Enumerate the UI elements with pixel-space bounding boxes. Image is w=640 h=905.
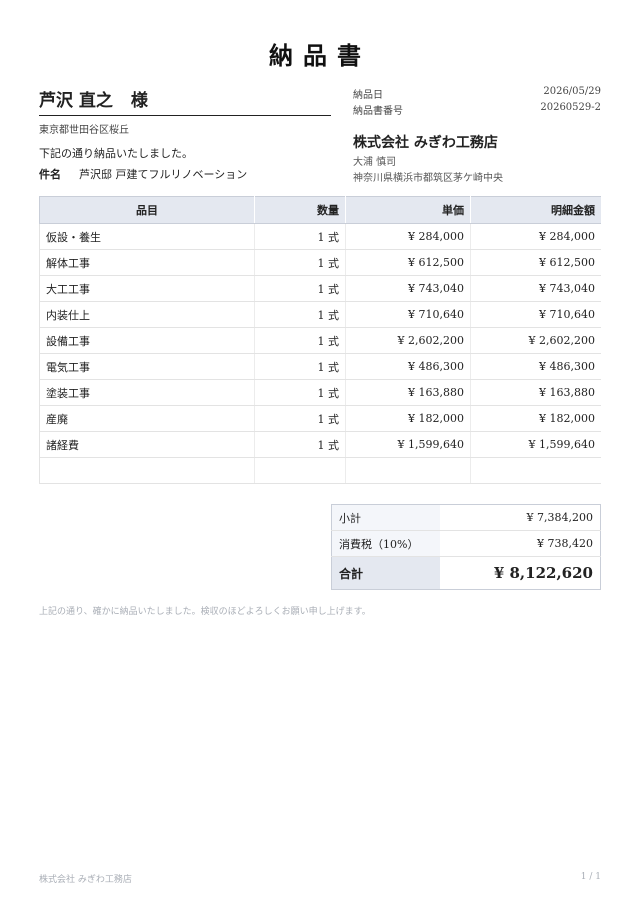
grand-total-row: 合計 ¥ 8,122,620 (331, 556, 601, 590)
item-amount: ¥ 710,640 (470, 301, 601, 328)
item-amount: ¥ 2,602,200 (470, 327, 601, 354)
delivery-date-label: 納品日 (353, 90, 383, 101)
item-amount: ¥ 284,000 (470, 223, 601, 250)
tax-row: 消費税（10%） ¥ 738,420 (331, 530, 601, 557)
item-name: 解体工事 (39, 249, 255, 276)
item-quantity: 1 式 (254, 301, 346, 328)
table-row: 仮設・養生 1 式 ¥ 284,000 ¥ 284,000 (39, 223, 601, 250)
table-row-empty (39, 457, 601, 484)
footer-company: 株式会社 みぎわ工務店 (39, 875, 132, 885)
document-number: 20260529-2 (540, 102, 601, 113)
item-name: 仮設・養生 (39, 223, 255, 250)
item-amount: ¥ 182,000 (470, 405, 601, 432)
header-quantity: 数量 (254, 196, 346, 224)
delivery-date-row: 納品日 2026/05/29 (353, 86, 601, 102)
item-unit-price: ¥ 182,000 (345, 405, 471, 432)
document-title: 納品書 (269, 41, 371, 70)
table-header-row: 品目 数量 単価 明細金額 (39, 196, 601, 224)
delivery-date: 2026/05/29 (543, 86, 601, 97)
item-name (39, 457, 255, 484)
recipient-name: 芦沢 直之 (39, 91, 113, 111)
item-unit-price: ¥ 163,880 (345, 379, 471, 406)
issuer-address: 神奈川県横浜市都筑区茅ケ崎中央 (353, 173, 503, 184)
item-name: 諸経費 (39, 431, 255, 458)
table-row: 内装仕上 1 式 ¥ 710,640 ¥ 710,640 (39, 301, 601, 328)
header-amount: 明細金額 (470, 196, 601, 224)
subject-line: 件名 芦沢邸 戸建てフルリノベーション (39, 166, 247, 182)
item-quantity: 1 式 (254, 379, 346, 406)
document-number-label: 納品書番号 (353, 106, 403, 117)
recipient-address: 東京都世田谷区桜丘 (39, 125, 129, 136)
tax-value: ¥ 738,420 (440, 530, 601, 557)
header-item: 品目 (39, 196, 255, 224)
item-unit-price: ¥ 710,640 (345, 301, 471, 328)
item-name: 大工工事 (39, 275, 255, 302)
item-unit-price: ¥ 612,500 (345, 249, 471, 276)
item-unit-price: ¥ 284,000 (345, 223, 471, 250)
item-amount: ¥ 1,599,640 (470, 431, 601, 458)
table-row: 塗装工事 1 式 ¥ 163,880 ¥ 163,880 (39, 379, 601, 406)
table-row: 解体工事 1 式 ¥ 612,500 ¥ 612,500 (39, 249, 601, 276)
item-amount: ¥ 486,300 (470, 353, 601, 380)
grand-total-label: 合計 (331, 556, 440, 590)
document-number-row: 納品書番号 20260529-2 (353, 102, 601, 118)
totals-table: 小計 ¥ 7,384,200 消費税（10%） ¥ 738,420 合計 ¥ 8… (331, 504, 601, 590)
recipient-honorific: 様 (130, 91, 148, 111)
item-name: 産廃 (39, 405, 255, 432)
table-row: 設備工事 1 式 ¥ 2,602,200 ¥ 2,602,200 (39, 327, 601, 354)
intro-text: 下記の通り納品いたしました。 (39, 147, 193, 160)
item-quantity: 1 式 (254, 223, 346, 250)
document-meta: 納品日 2026/05/29 納品書番号 20260529-2 (353, 86, 601, 118)
item-quantity: 1 式 (254, 353, 346, 380)
table-row: 産廃 1 式 ¥ 182,000 ¥ 182,000 (39, 405, 601, 432)
grand-total-value: ¥ 8,122,620 (493, 564, 593, 582)
items-table: 品目 数量 単価 明細金額 仮設・養生 1 式 ¥ 284,000 ¥ 284,… (39, 196, 601, 484)
closing-note: 上記の通り、確かに納品いたしました。検収のほどよろしくお願い申し上げます。 (39, 607, 371, 617)
item-unit-price (345, 457, 471, 484)
table-row: 電気工事 1 式 ¥ 486,300 ¥ 486,300 (39, 353, 601, 380)
item-quantity: 1 式 (254, 275, 346, 302)
item-quantity: 1 式 (254, 405, 346, 432)
recipient-name-block: 芦沢 直之様 (39, 86, 331, 116)
subtotal-row: 小計 ¥ 7,384,200 (331, 504, 601, 531)
table-row: 大工工事 1 式 ¥ 743,040 ¥ 743,040 (39, 275, 601, 302)
item-unit-price: ¥ 486,300 (345, 353, 471, 380)
table-row: 諸経費 1 式 ¥ 1,599,640 ¥ 1,599,640 (39, 431, 601, 458)
issuer-representative: 大浦 慎司 (353, 157, 397, 168)
item-name: 電気工事 (39, 353, 255, 380)
tax-label: 消費税（10%） (331, 530, 440, 557)
item-name: 塗装工事 (39, 379, 255, 406)
subject-label: 件名 (39, 168, 61, 181)
subject-value: 芦沢邸 戸建てフルリノベーション (79, 168, 248, 181)
item-amount: ¥ 743,040 (470, 275, 601, 302)
issuer-company: 株式会社 みぎわ工務店 (353, 135, 498, 151)
page-number: 1 / 1 (580, 872, 601, 882)
subtotal-value: ¥ 7,384,200 (440, 504, 601, 531)
item-amount: ¥ 163,880 (470, 379, 601, 406)
item-name: 設備工事 (39, 327, 255, 354)
item-quantity: 1 式 (254, 327, 346, 354)
subtotal-label: 小計 (331, 504, 440, 531)
item-amount: ¥ 612,500 (470, 249, 601, 276)
item-unit-price: ¥ 1,599,640 (345, 431, 471, 458)
item-unit-price: ¥ 743,040 (345, 275, 471, 302)
item-quantity (254, 457, 346, 484)
item-amount (470, 457, 601, 484)
item-quantity: 1 式 (254, 249, 346, 276)
item-unit-price: ¥ 2,602,200 (345, 327, 471, 354)
item-quantity: 1 式 (254, 431, 346, 458)
header-unit-price: 単価 (345, 196, 471, 224)
item-name: 内装仕上 (39, 301, 255, 328)
